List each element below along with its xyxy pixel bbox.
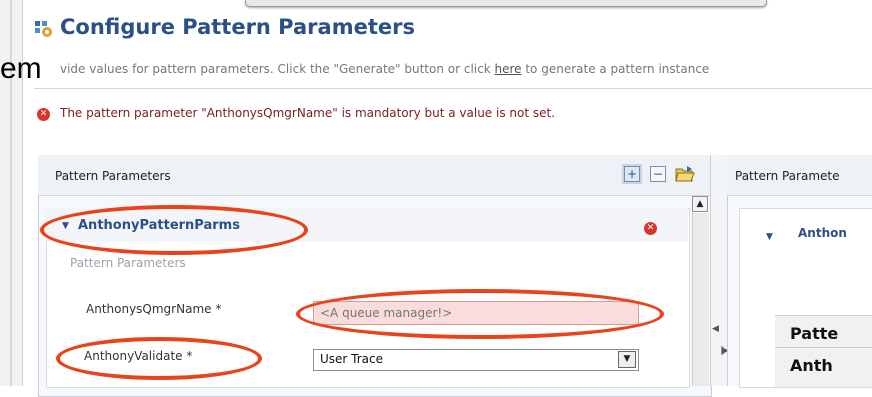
- page-description: vide values for pattern parameters. Clic…: [60, 62, 709, 76]
- chevron-down-icon[interactable]: ▼: [618, 351, 636, 368]
- right-table-row: Patte: [790, 324, 839, 343]
- annotation-ring-qmgr: [296, 289, 664, 339]
- top-bar: [245, 0, 767, 7]
- generate-here-link[interactable]: here: [494, 62, 521, 76]
- right-panel-title: Pattern Paramete: [735, 169, 840, 183]
- description-text-tail: to generate a pattern instance: [521, 62, 710, 76]
- right-section-collapse-icon[interactable]: ▼: [766, 232, 773, 242]
- error-message: The pattern parameter "AnthonysQmgrName"…: [60, 106, 556, 120]
- expand-all-icon[interactable]: +: [624, 166, 640, 182]
- page-title: Configure Pattern Parameters: [60, 15, 415, 39]
- annotation-ring-validate: [56, 337, 262, 380]
- pattern-wizard-icon: [35, 21, 52, 37]
- section-subtitle: Pattern Parameters: [70, 256, 186, 270]
- description-text: vide values for pattern parameters. Clic…: [60, 62, 495, 76]
- panel-title: Pattern Parameters: [55, 169, 171, 183]
- validate-select-value: User Trace: [320, 352, 383, 366]
- right-table-row: Anth: [790, 356, 833, 375]
- right-table-divider: [775, 347, 872, 348]
- right-section-title[interactable]: Anthon: [798, 226, 872, 240]
- overlay-text: em: [0, 52, 42, 85]
- error-icon: ✕: [37, 108, 50, 121]
- scroll-up-button[interactable]: ▲: [692, 196, 708, 212]
- qmgr-name-label: AnthonysQmgrName *: [86, 302, 222, 316]
- open-folder-icon[interactable]: [675, 165, 695, 183]
- header-separator: [34, 88, 872, 89]
- annotation-ring-section: [40, 205, 308, 255]
- collapse-all-icon[interactable]: −: [650, 166, 666, 182]
- splitter-left-arrow[interactable]: ◀: [712, 324, 719, 334]
- section-error-icon: ✕: [644, 222, 657, 235]
- vertical-scrollbar[interactable]: [692, 213, 709, 386]
